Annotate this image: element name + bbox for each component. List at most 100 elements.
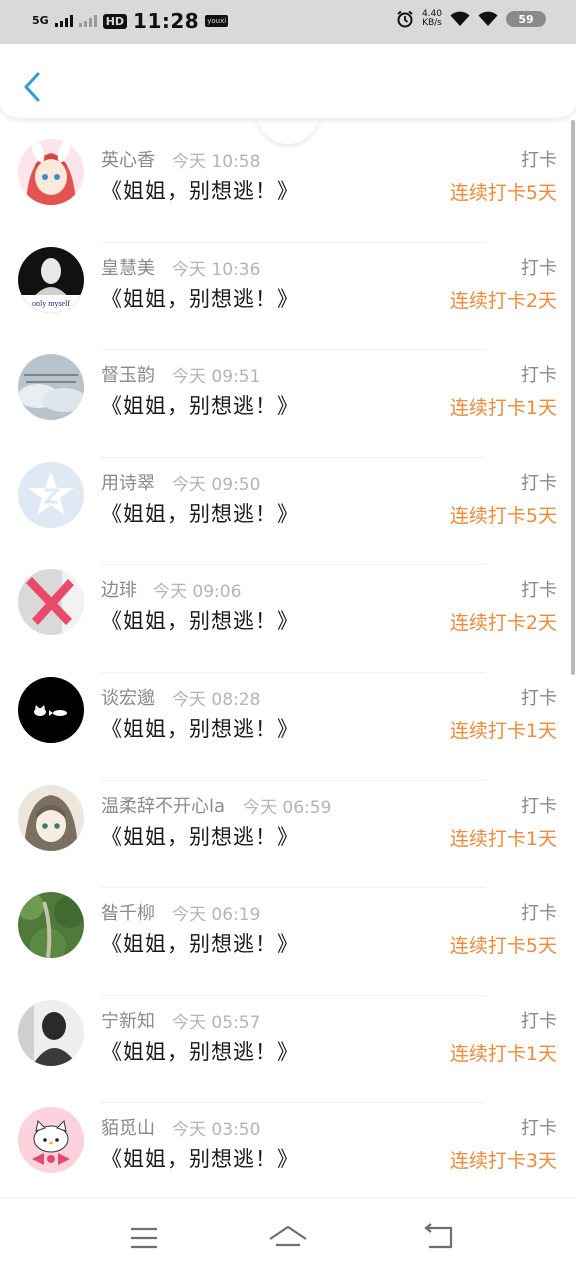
book-title[interactable]: 《姐姐，别想逃！》 <box>101 928 299 958</box>
wifi-icon <box>450 11 470 26</box>
avatar-anime-boy-icon <box>18 784 84 851</box>
avatar[interactable] <box>18 354 84 421</box>
signal-icon <box>54 15 73 27</box>
user-name[interactable]: 谈宏邈 <box>101 684 155 710</box>
avatar-dark-portrait-icon: only myself <box>18 246 84 313</box>
clock-time: 11:28 <box>133 9 200 33</box>
home-button[interactable] <box>266 1218 310 1258</box>
book-title[interactable]: 《姐姐，别想逃！》 <box>101 498 299 528</box>
user-name[interactable]: 皇慧美 <box>101 254 155 280</box>
avatar[interactable] <box>18 139 84 205</box>
home-icon <box>269 1225 307 1247</box>
streak-label: 连续打卡1天 <box>449 827 557 850</box>
post-time: 今天 09:51 <box>172 367 261 388</box>
alarm-icon <box>397 10 413 28</box>
network-speed-unit: KB/s <box>422 18 442 28</box>
user-name[interactable]: 貊觅山 <box>101 1114 155 1140</box>
user-name[interactable]: 边琲 <box>101 576 137 602</box>
avatar[interactable]: only myself <box>18 246 84 313</box>
post-time: 今天 08:28 <box>172 689 261 710</box>
list-item[interactable]: 谈宏邈 今天 08:28 《姐姐，别想逃！》 打卡 连续打卡1天 <box>0 641 576 781</box>
avatar[interactable] <box>18 999 84 1066</box>
avatar-hello-kitty-icon <box>18 1107 84 1174</box>
streak-label: 连续打卡5天 <box>449 504 557 527</box>
checkin-list: 英心香 今天 10:58 《姐姐，别想逃！》 打卡 连续打卡5天 only my… <box>0 103 576 1179</box>
book-title[interactable]: 《姐姐，别想逃！》 <box>101 1036 299 1066</box>
avatar[interactable] <box>18 1107 84 1174</box>
post-time: 今天 06:59 <box>243 797 332 818</box>
streak-label: 连续打卡1天 <box>449 719 557 742</box>
streak-label: 连续打卡1天 <box>449 397 557 420</box>
book-title[interactable]: 《姐姐，别想逃！》 <box>101 175 299 205</box>
list-item[interactable]: 用诗翠 今天 09:50 《姐姐，别想逃！》 打卡 连续打卡5天 <box>0 426 576 566</box>
list-item[interactable]: 督玉韵 今天 09:51 《姐姐，别想逃！》 打卡 连续打卡1天 <box>0 318 576 458</box>
streak-label: 连续打卡2天 <box>449 612 557 635</box>
network-speed: 4.40 KB/s <box>422 10 442 28</box>
book-title[interactable]: 《姐姐，别想逃！》 <box>101 1143 299 1173</box>
avatar-caption: only myself <box>32 299 70 308</box>
book-title[interactable]: 《姐姐，别想逃！》 <box>101 713 299 743</box>
book-title[interactable]: 《姐姐，别想逃！》 <box>101 283 299 313</box>
post-time: 今天 05:57 <box>172 1012 261 1033</box>
action-label: 打卡 <box>521 257 557 279</box>
back-button[interactable] <box>18 70 48 104</box>
status-bar: 5G HD 11:28 youxi 4.40 KB/s 59 <box>0 0 576 44</box>
avatar[interactable] <box>18 461 84 528</box>
action-label: 打卡 <box>521 1010 557 1032</box>
list-item[interactable]: 温柔辞不开心la 今天 06:59 《姐姐，别想逃！》 打卡 连续打卡1天 <box>0 749 576 889</box>
user-name[interactable]: 宁新知 <box>101 1007 155 1033</box>
scrollbar[interactable] <box>571 120 575 675</box>
back-icon <box>424 1223 453 1249</box>
system-nav-bar <box>0 1197 576 1280</box>
post-time: 今天 09:50 <box>172 474 261 495</box>
streak-label: 连续打卡5天 <box>449 935 557 958</box>
avatar[interactable] <box>18 676 84 743</box>
streak-label: 连续打卡5天 <box>449 182 557 204</box>
user-name[interactable]: 昝千柳 <box>101 899 155 925</box>
action-label: 打卡 <box>521 472 557 494</box>
battery-icon: 59 <box>506 11 546 27</box>
user-name[interactable]: 英心香 <box>101 146 155 172</box>
action-label: 打卡 <box>521 795 557 817</box>
action-label: 打卡 <box>521 580 557 602</box>
app-notification-badge: youxi <box>205 15 229 27</box>
menu-button[interactable] <box>122 1218 166 1258</box>
hd-badge: HD <box>102 13 128 29</box>
user-name[interactable]: 用诗翠 <box>101 469 155 495</box>
post-time: 今天 03:50 <box>172 1120 261 1141</box>
menu-icon <box>131 1227 157 1249</box>
avatar-anime-girl-icon <box>18 139 84 205</box>
post-time: 今天 10:36 <box>172 259 261 280</box>
action-label: 打卡 <box>521 365 557 387</box>
avatar[interactable] <box>18 892 84 959</box>
avatar-forest-icon <box>18 892 84 959</box>
user-name[interactable]: 温柔辞不开心la <box>101 792 225 818</box>
list-item[interactable]: only myself 皇慧美 今天 10:36 《姐姐，别想逃！》 打卡 连续… <box>0 211 576 351</box>
avatar-default-star-icon <box>18 461 84 528</box>
post-time: 今天 06:19 <box>172 905 261 926</box>
user-name[interactable]: 督玉韵 <box>101 361 155 387</box>
list-item[interactable]: 边琲 今天 09:06 《姐姐，别想逃！》 打卡 连续打卡2天 <box>0 533 576 673</box>
list-item[interactable]: 宁新知 今天 05:57 《姐姐，别想逃！》 打卡 连续打卡1天 <box>0 964 576 1104</box>
avatar-pink-cross-icon <box>18 569 84 636</box>
top-header <box>0 44 576 118</box>
book-title[interactable]: 《姐姐，别想逃！》 <box>101 821 299 851</box>
streak-label: 连续打卡1天 <box>449 1042 557 1065</box>
battery-level: 59 <box>518 12 534 26</box>
avatar[interactable] <box>18 569 84 636</box>
avatar[interactable] <box>18 784 84 851</box>
avatar-bw-person-icon <box>18 999 84 1066</box>
book-title[interactable]: 《姐姐，别想逃！》 <box>101 605 299 635</box>
action-label: 打卡 <box>521 687 557 709</box>
list-item[interactable]: 昝千柳 今天 06:19 《姐姐，别想逃！》 打卡 连续打卡5天 <box>0 856 576 996</box>
chevron-left-icon <box>24 72 40 102</box>
wifi-2-icon <box>478 11 498 26</box>
system-back-button[interactable] <box>418 1218 462 1258</box>
avatar-black-cats-icon <box>18 676 84 743</box>
list-item[interactable]: 貊觅山 今天 03:50 《姐姐，别想逃！》 打卡 连续打卡3天 <box>0 1071 576 1179</box>
streak-label: 连续打卡3天 <box>449 1150 557 1173</box>
action-label: 打卡 <box>521 1118 557 1140</box>
book-title[interactable]: 《姐姐，别想逃！》 <box>101 390 299 420</box>
streak-label: 连续打卡2天 <box>449 289 557 312</box>
signal-2-icon <box>78 15 97 27</box>
